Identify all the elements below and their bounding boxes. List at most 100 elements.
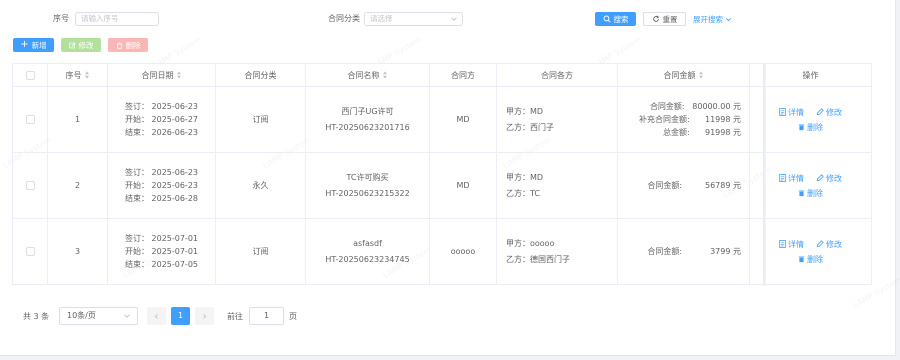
edit-icon [816,174,824,182]
amount-line: 合同金额: 56789 元 [618,179,741,192]
table-row: 2 签订： 2025-06-23 开始： 2025-06-23 结束： 2025… [12,152,872,219]
document-icon [779,174,786,182]
header-label: 操作 [802,70,819,80]
edit-link[interactable]: 修改 [816,238,842,251]
party-a: 甲方：MD [506,173,544,182]
edit-link[interactable]: 修改 [816,172,842,185]
search-icon [603,15,611,23]
detail-link[interactable]: 详情 [779,172,804,185]
contract-code: HT-20250623215322 [325,189,410,198]
party-cell: MD [429,86,497,153]
category-cell: 永久 [215,152,306,219]
table-row: 3 签订： 2025-07-01 开始： 2025-07-01 结束： 2025… [12,218,872,285]
header-label: 合同各方 [541,70,573,80]
category-select[interactable]: 请选择 [364,12,463,26]
table-header-row: 序号 合同日期 合同分类 合同名称 合同方 合同各方 合同金额 操作 [12,63,872,87]
page-number-current[interactable]: 1 [171,307,190,325]
detail-label: 详情 [788,239,804,249]
page-size-select[interactable]: 10条/页 [59,307,138,325]
next-page-button[interactable] [195,307,214,325]
edit-icon [816,108,824,116]
edit-button[interactable]: 修改 [61,38,101,52]
reset-button[interactable]: 重置 [643,12,686,26]
header-party: 合同方 [429,63,497,87]
sort-icon[interactable] [382,71,388,79]
delete-button[interactable]: 删除 [108,38,148,52]
detail-label: 详情 [788,107,804,117]
header-select-all[interactable] [12,63,48,87]
edit-label: 修改 [826,173,842,183]
category-cell: 订阅 [215,86,306,153]
end-date: 结束： 2026-06-23 [124,128,199,137]
delete-label: 删除 [807,254,823,264]
plus-icon: + [20,39,29,50]
detail-label: 详情 [788,173,804,183]
row-checkbox-cell[interactable] [12,218,48,285]
start-date: 开始： 2025-07-01 [124,247,199,256]
seq-input[interactable]: 请输入序号 [75,12,159,26]
actions-cell: 详情 修改 删除 [749,86,872,153]
party-cell: MD [429,152,497,219]
prev-page-button[interactable] [147,307,166,325]
checkbox[interactable] [25,181,35,190]
category-cell: 订阅 [215,218,306,285]
trash-icon [798,190,805,197]
checkbox[interactable] [25,247,35,256]
header-label: 合同分类 [244,70,277,80]
amount-label: 补充合同金额: [639,115,690,124]
sort-icon[interactable] [698,71,704,79]
detail-link[interactable]: 详情 [779,106,804,119]
seq-cell: 1 [47,86,108,153]
expand-search-link[interactable]: 展开搜索 [693,14,732,25]
delete-label: 删除 [807,188,823,198]
contract-table: 序号 合同日期 合同分类 合同名称 合同方 合同各方 合同金额 操作 1 签订：… [12,63,872,285]
party-b: 乙方：德国西门子 [506,255,570,264]
checkbox[interactable] [25,115,35,124]
add-button-label: 新增 [31,40,47,50]
expand-search-label: 展开搜索 [693,15,723,24]
delete-link[interactable]: 删除 [798,187,823,200]
delete-link[interactable]: 删除 [798,253,823,266]
header-label: 序号 [65,70,82,80]
goto-page-input[interactable]: 1 [249,307,284,325]
page-unit-label: 页 [289,312,297,321]
search-button[interactable]: 搜索 [595,12,636,26]
header-seq[interactable]: 序号 [47,63,108,87]
amount-value: 3799 元 [710,247,741,256]
contract-name: 西门子UG许可 [341,107,394,116]
contract-name: asfasdf [353,239,382,248]
edit-link[interactable]: 修改 [816,106,842,119]
name-cell: 西门子UG许可 HT-20250623201716 [305,86,430,153]
row-checkbox-cell[interactable] [12,86,48,153]
signed-date: 签订： 2025-06-23 [124,102,199,111]
amount-cell: 合同金额: 3799 元 [617,218,750,285]
party-a: 甲方：ooooo [506,239,555,248]
trash-icon [798,124,805,131]
edit-label: 修改 [826,239,842,249]
header-amount[interactable]: 合同金额 [617,63,750,87]
reset-button-label: 重置 [662,14,678,24]
amount-cell: 合同金额: 80000.00 元 补充合同金额: 11998 元 总金额: 91… [617,86,750,153]
sort-icon[interactable] [84,71,90,79]
parties-cell: 甲方：MD 乙方：西门子 [496,86,618,153]
end-date: 结束： 2025-06-28 [124,194,199,203]
header-name[interactable]: 合同名称 [305,63,430,87]
header-label: 合同名称 [347,70,380,80]
page-size-value: 10条/页 [67,311,96,320]
detail-link[interactable]: 详情 [779,238,804,251]
name-cell: TC许可购买 HT-20250623215322 [305,152,430,219]
amount-label: 合同金额: [649,102,685,111]
header-parties: 合同各方 [496,63,618,87]
chevron-left-icon [154,313,158,319]
category-select-placeholder: 请选择 [370,14,393,23]
checkbox[interactable] [25,70,35,80]
sort-icon[interactable] [176,71,182,79]
amount-value: 80000.00 元 [692,102,741,111]
row-checkbox-cell[interactable] [12,152,48,219]
pagination-total: 共 3 条 [23,312,50,321]
parties-cell: 甲方：ooooo 乙方：德国西门子 [496,218,618,285]
add-button[interactable]: + 新增 [13,38,54,52]
delete-button-label: 删除 [125,40,141,50]
header-date[interactable]: 合同日期 [107,63,216,87]
delete-link[interactable]: 删除 [798,121,823,134]
